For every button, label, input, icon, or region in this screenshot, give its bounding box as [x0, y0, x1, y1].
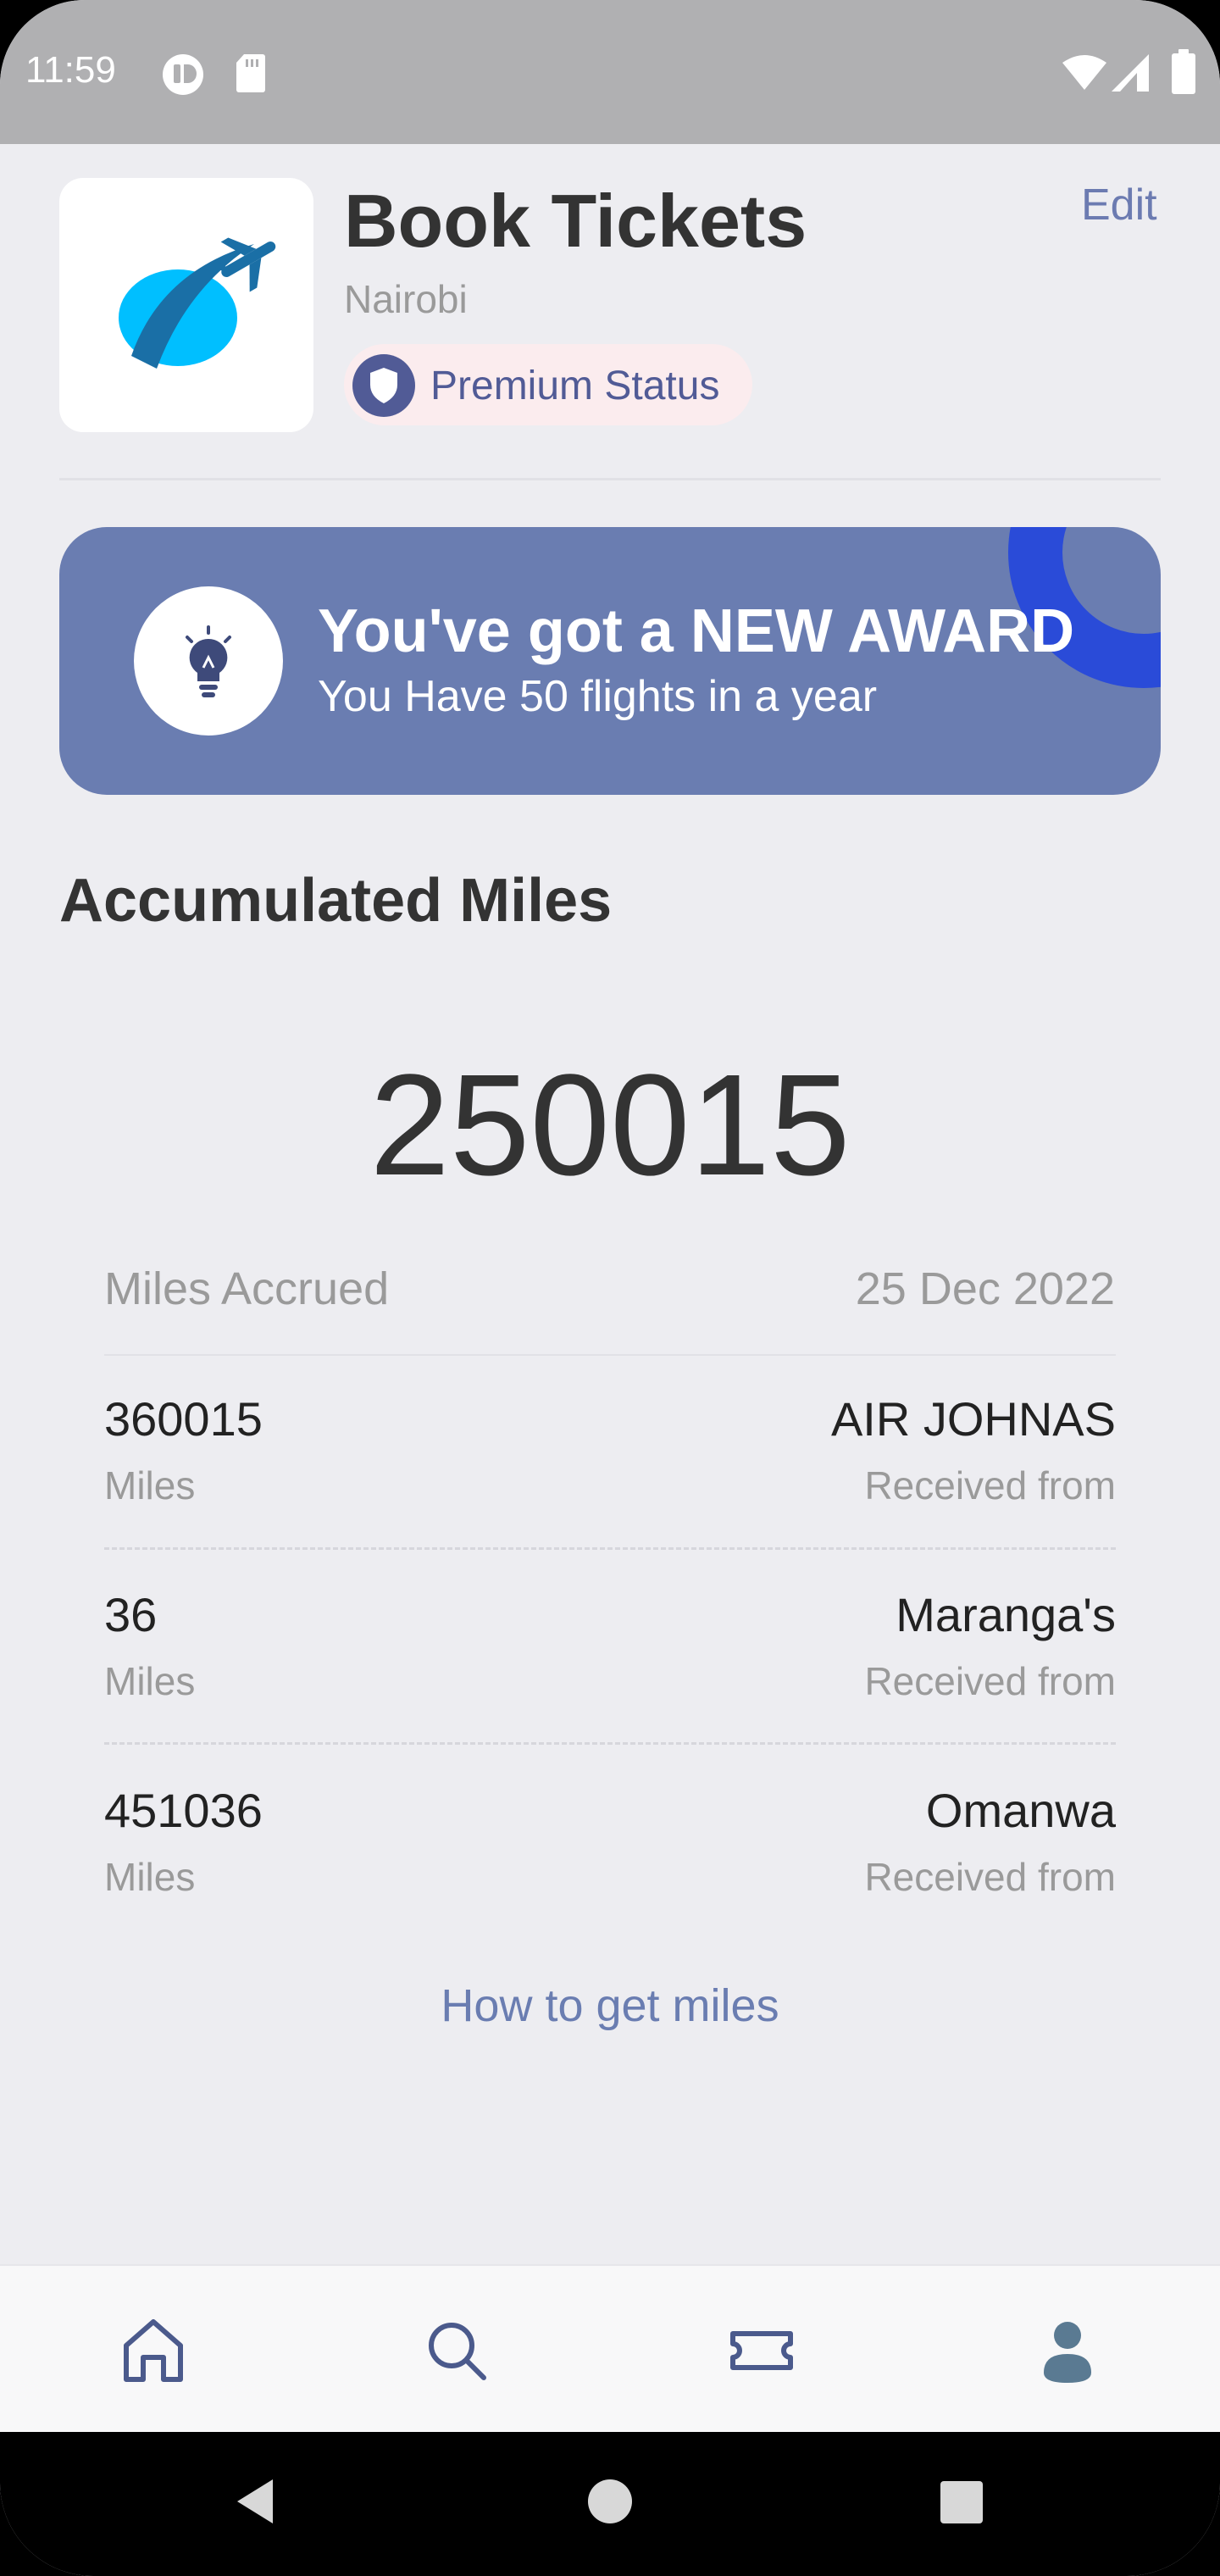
miles-unit: Miles	[104, 1659, 196, 1703]
edit-button[interactable]: Edit	[1081, 180, 1157, 230]
header-divider	[59, 478, 1161, 480]
miles-unit: Miles	[104, 1463, 196, 1507]
battery-icon	[1172, 49, 1195, 94]
cell-signal-icon	[1112, 54, 1149, 92]
total-miles: 250015	[369, 1045, 851, 1206]
nav-profile[interactable]	[1027, 2310, 1108, 2391]
app-logo	[59, 178, 313, 432]
home-icon	[124, 2319, 183, 2382]
miles-source: AIR JOHNAS	[830, 1392, 1116, 1446]
miles-source: Maranga's	[896, 1588, 1116, 1641]
miles-source-note: Received from	[864, 1855, 1116, 1899]
miles-source-note: Received from	[864, 1659, 1116, 1703]
miles-accrued-date: 25 Dec 2022	[855, 1263, 1115, 1314]
app-notification-icon	[163, 54, 203, 95]
status-time: 11:59	[25, 49, 116, 91]
miles-value: 451036	[104, 1784, 263, 1837]
wifi-icon	[1062, 55, 1106, 90]
home-button-icon[interactable]	[586, 2478, 634, 2525]
list-divider	[104, 1354, 1116, 1356]
plane-logo-icon	[119, 237, 276, 369]
nav-home[interactable]	[113, 2310, 194, 2391]
profile-icon	[1044, 2322, 1091, 2383]
recents-icon[interactable]	[939, 2479, 984, 2525]
how-to-get-miles-link[interactable]: How to get miles	[0, 1979, 1220, 2032]
miles-value: 36	[104, 1588, 158, 1641]
miles-accrued-label: Miles Accrued	[104, 1263, 390, 1314]
system-navigation-bar	[0, 2432, 1220, 2576]
nav-search[interactable]	[416, 2310, 497, 2391]
section-title: Accumulated Miles	[59, 867, 613, 935]
miles-unit: Miles	[104, 1855, 196, 1899]
miles-value: 360015	[104, 1392, 263, 1446]
award-subtitle: You Have 50 flights in a year	[318, 672, 878, 721]
premium-status-badge: Premium Status	[344, 344, 752, 425]
page-title: Book Tickets	[344, 179, 807, 263]
search-icon	[429, 2323, 486, 2380]
row-separator	[104, 1547, 1116, 1550]
list-item: 451036 Miles Omanwa Received from	[104, 1783, 1116, 1952]
nav-tickets[interactable]	[721, 2310, 802, 2391]
back-icon[interactable]	[230, 2474, 281, 2529]
bottom-navigation	[0, 2264, 1220, 2432]
location-subtitle: Nairobi	[344, 277, 468, 321]
shield-icon	[352, 354, 415, 417]
row-separator	[104, 1742, 1116, 1745]
premium-status-label: Premium Status	[430, 364, 720, 408]
sd-card-icon	[236, 54, 265, 92]
award-banner[interactable]: You've got a NEW AWARD You Have 50 fligh…	[59, 527, 1161, 795]
list-item: 360015 Miles AIR JOHNAS Received from	[104, 1391, 1116, 1561]
award-title: You've got a NEW AWARD	[318, 597, 1075, 665]
list-item: 36 Miles Maranga's Received from	[104, 1587, 1116, 1757]
lightbulb-icon	[134, 586, 283, 736]
ticket-icon	[730, 2331, 793, 2370]
status-bar: 11:59	[0, 0, 1220, 144]
app-screen: 11:59 Book Tickets Nairobi Edit Premium …	[0, 0, 1220, 2576]
miles-source-note: Received from	[864, 1463, 1116, 1507]
miles-source: Omanwa	[925, 1784, 1116, 1837]
